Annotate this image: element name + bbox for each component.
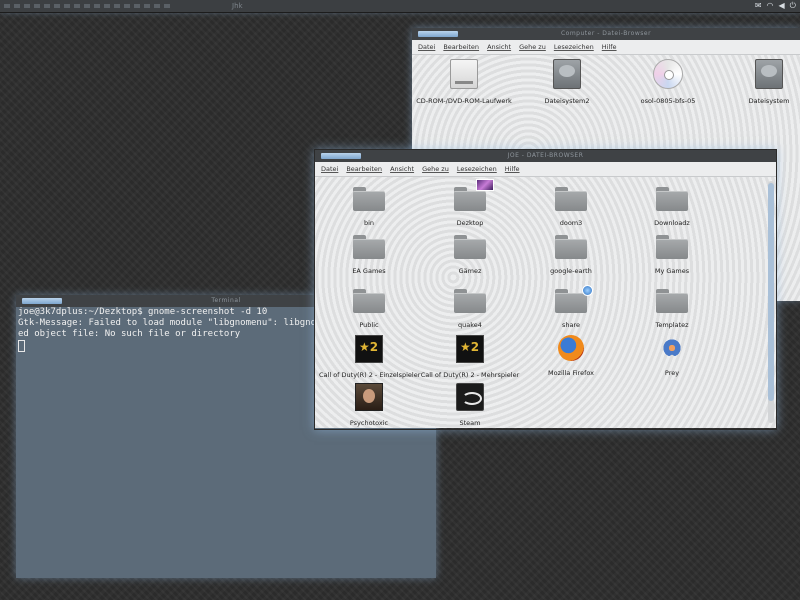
item-label: Dateisystem (748, 97, 790, 105)
power-icon[interactable]: ⏻ (790, 0, 796, 12)
folder-icon (555, 285, 593, 313)
email-icon[interactable]: ✉ (755, 0, 762, 12)
folder-icon (454, 179, 494, 211)
menu-hilfe[interactable]: Hilfe (505, 165, 520, 173)
window-titlebar[interactable]: JOE - DATEI-BROWSER (315, 150, 776, 162)
folder-item-dezktop[interactable]: Dezktop (420, 179, 520, 227)
folder-item-downloadz[interactable]: Downloadz (622, 185, 722, 227)
item-label: CD-ROM-/DVD-ROM-Laufwerk (416, 97, 512, 105)
menu-gehe-zu[interactable]: Gehe zu (422, 165, 449, 173)
folder-icon (656, 187, 688, 211)
menu-datei[interactable]: Datei (321, 165, 338, 173)
folder-item-gamez[interactable]: Gämez (420, 233, 520, 275)
panel-window-title: Jhk (232, 2, 243, 10)
cod2-icon (355, 335, 383, 363)
item-label: Mozilla Firefox (548, 369, 594, 377)
launcher-cod2-single[interactable]: Call of Duty(R) 2 - Einzelspieler (319, 335, 421, 379)
launcher-prey[interactable]: Prey (622, 335, 722, 377)
launcher-psychotoxic[interactable]: Psychotoxic (319, 383, 419, 427)
folder-icon (555, 235, 587, 259)
prey-icon (659, 335, 685, 361)
file-view[interactable]: bin Dezktop doom3 Downloadz EA Games Gäm… (315, 177, 776, 428)
system-tray: ✉ ◠ ◀ ⏻ (755, 0, 796, 12)
panel-launchers[interactable] (4, 4, 174, 8)
window-title: Computer - Datei-Browser (560, 30, 652, 37)
item-label: Dezktop (456, 219, 484, 227)
launcher-firefox[interactable]: Mozilla Firefox (521, 335, 621, 377)
folder-item-ea-games[interactable]: EA Games (319, 233, 419, 275)
folder-icon (454, 289, 486, 313)
launcher-steam[interactable]: Steam (420, 383, 520, 427)
folder-item-doom3[interactable]: doom3 (521, 185, 621, 227)
folder-icon (353, 289, 385, 313)
item-label: bin (363, 219, 375, 227)
wifi-icon[interactable]: ◠ (767, 0, 774, 12)
item-label: Call of Duty(R) 2 - Einzelspieler (319, 371, 421, 379)
drive-item[interactable]: Dateisystem (719, 59, 800, 105)
drive-item[interactable]: CD-ROM-/DVD-ROM-Laufwerk (414, 59, 514, 105)
folder-item-public[interactable]: Public (319, 287, 419, 329)
item-label: osol-0805-bfs-05 (640, 97, 696, 105)
optical-drive-icon (450, 59, 478, 89)
scrollbar-thumb[interactable] (768, 183, 774, 401)
folder-item-templatez[interactable]: Templatez (622, 287, 722, 329)
firefox-icon (558, 335, 584, 361)
folder-item-share[interactable]: share (521, 285, 621, 329)
menu-gehe-zu[interactable]: Gehe zu (519, 43, 546, 51)
menu-ansicht[interactable]: Ansicht (390, 165, 414, 173)
menu-bar: Datei Bearbeiten Ansicht Gehe zu Lesezei… (315, 162, 776, 177)
folder-icon (353, 187, 385, 211)
item-label: Dateisystem2 (544, 97, 590, 105)
item-label: EA Games (352, 267, 386, 275)
folder-item-bin[interactable]: bin (319, 185, 419, 227)
top-panel: Jhk ✉ ◠ ◀ ⏻ (0, 0, 800, 13)
item-label: Call of Duty(R) 2 - Mehrspieler (420, 371, 520, 379)
volume-icon[interactable]: ◀ (779, 0, 785, 12)
folder-item-quake4[interactable]: quake4 (420, 287, 520, 329)
terminal-cursor (18, 340, 25, 352)
window-title: JOE - DATEI-BROWSER (507, 152, 584, 159)
shared-emblem-icon (582, 285, 593, 296)
menu-lesezeichen[interactable]: Lesezeichen (554, 43, 594, 51)
item-label: share (561, 321, 581, 329)
cod2-icon (456, 335, 484, 363)
item-label: doom3 (559, 219, 583, 227)
vertical-scrollbar[interactable] (768, 181, 774, 423)
item-label: quake4 (458, 321, 482, 329)
cd-icon (653, 59, 683, 89)
folder-icon (454, 235, 486, 259)
item-label: Templatez (655, 321, 689, 329)
menu-ansicht[interactable]: Ansicht (487, 43, 511, 51)
folder-icon (656, 235, 688, 259)
folder-icon (353, 235, 385, 259)
item-label: Downloadz (654, 219, 690, 227)
psychotoxic-icon (355, 383, 383, 411)
item-label: google-earth (550, 267, 592, 275)
item-label: Gämez (458, 267, 482, 275)
item-label: Psychotoxic (349, 419, 389, 427)
item-label: Public (359, 321, 379, 329)
folder-item-my-games[interactable]: My Games (622, 233, 722, 275)
menu-bearbeiten[interactable]: Bearbeiten (443, 43, 479, 51)
wallpaper-preview-icon (476, 179, 494, 191)
home-file-browser-window: JOE - DATEI-BROWSER Datei Bearbeiten Ans… (314, 149, 777, 430)
launcher-cod2-multi[interactable]: Call of Duty(R) 2 - Mehrspieler (420, 335, 520, 379)
window-titlebar[interactable]: Computer - Datei-Browser (412, 28, 800, 40)
item-label: Steam (459, 419, 481, 427)
drive-item[interactable]: osol-0805-bfs-05 (618, 59, 718, 105)
drive-item[interactable]: Dateisystem2 (517, 59, 617, 105)
harddisk-icon (755, 59, 783, 89)
menu-datei[interactable]: Datei (418, 43, 435, 51)
folder-icon (656, 289, 688, 313)
folder-item-google-earth[interactable]: google-earth (521, 233, 621, 275)
item-label: My Games (654, 267, 690, 275)
harddisk-icon (553, 59, 581, 89)
item-label: Prey (664, 369, 680, 377)
steam-icon (456, 383, 484, 411)
menu-hilfe[interactable]: Hilfe (602, 43, 617, 51)
menu-bar: Datei Bearbeiten Ansicht Gehe zu Lesezei… (412, 40, 800, 55)
menu-lesezeichen[interactable]: Lesezeichen (457, 165, 497, 173)
folder-icon (555, 187, 587, 211)
menu-bearbeiten[interactable]: Bearbeiten (346, 165, 382, 173)
